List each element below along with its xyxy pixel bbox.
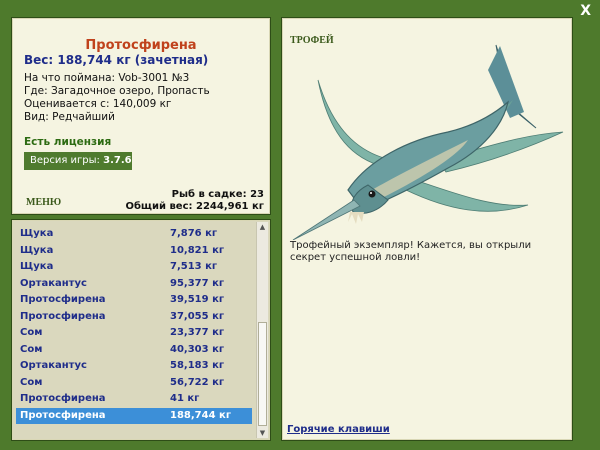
catch-fish-name: Сом (20, 343, 43, 355)
cage-stats: Рыб в садке: 23 Общий вес: 2244,961 кг (125, 189, 264, 213)
catch-fish-weight: 188,744 кг (170, 409, 232, 421)
catch-fish-weight: 23,377 кг (170, 327, 225, 338)
catch-fish-name: Протосфирена (20, 294, 106, 305)
catch-fish-weight: 58,183 кг (170, 360, 225, 371)
catch-list-item[interactable]: Щука 7,876 кг (16, 226, 252, 243)
list-scrollbar[interactable]: ▲ ▼ (256, 222, 268, 438)
catch-list-item[interactable]: Ортакантус 58,183 кг (16, 358, 252, 375)
version-badge: Версия игры: 3.7.6 (24, 152, 132, 170)
version-value: 3.7.6 (103, 155, 132, 166)
catch-list-item[interactable]: Протосфирена 188,744 кг (16, 407, 252, 424)
catch-fish-weight: 39,519 кг (170, 294, 225, 305)
catch-list-item[interactable]: Протосфирена 39,519 кг (16, 292, 252, 309)
scroll-thumb[interactable] (258, 322, 267, 426)
fish-info-panel: Протосфирена Вес: 188,744 кг (зачетная) … (11, 17, 271, 215)
catch-fish-name: Протосфирена (20, 409, 106, 421)
catch-list-item[interactable]: Сом 56,722 кг (16, 375, 252, 392)
catch-fish-weight: 7,876 кг (170, 228, 218, 239)
fish-title: Протосфирена (85, 38, 197, 53)
catch-fish-weight: 37,055 кг (170, 310, 225, 322)
close-button[interactable]: X (580, 3, 591, 19)
catch-fish-name: Ортакантус (20, 360, 87, 371)
catch-fish-weight: 95,377 кг (170, 277, 225, 289)
catch-fish-name: Протосфирена (20, 393, 106, 404)
scroll-up-icon[interactable]: ▲ (257, 222, 268, 232)
caught-with: На что поймана: Vob-3001 №3 (24, 72, 190, 84)
catch-list-item[interactable]: Щука 10,821 кг (16, 243, 252, 260)
catch-fish-name: Сом (20, 376, 43, 388)
catch-list-item[interactable]: Ортакантус 95,377 кг (16, 276, 252, 293)
catch-fish-weight: 7,513 кг (170, 261, 218, 272)
trophy-panel: ТРОФЕЙ Трофейный экземпляр! Кажется, вы … (281, 17, 573, 441)
menu-button[interactable]: МЕНЮ (26, 197, 61, 208)
fish-weight: Вес: 188,744 кг (зачетная) (24, 53, 209, 67)
catch-list-panel: Щука 7,876 кг Щука 10,821 кг Щука 7,513 кг Орт… (11, 219, 271, 441)
species-rarity: Вид: Редчайший (24, 111, 115, 123)
catch-fish-name: Ортакантус (20, 277, 87, 289)
caught-where: Где: Загадочное озеро, Пропасть (24, 85, 210, 97)
catch-fish-name: Протосфирена (20, 310, 106, 322)
version-label: Версия игры: (30, 155, 100, 166)
catch-fish-weight: 41 кг (170, 393, 200, 404)
fish-image (292, 44, 564, 240)
catch-fish-weight: 56,722 кг (170, 376, 225, 388)
scroll-down-icon[interactable]: ▼ (257, 428, 268, 438)
license-status: Есть лицензия (24, 136, 112, 148)
catch-fish-name: Сом (20, 327, 43, 338)
fish-in-cage: Рыб в садке: 23 (171, 189, 264, 200)
total-weight: Общий вес: 2244,961 кг (125, 201, 264, 212)
catch-list-item[interactable]: Щука 7,513 кг (16, 259, 252, 276)
catch-fish-weight: 10,821 кг (170, 244, 225, 256)
catch-list[interactable]: Щука 7,876 кг Щука 10,821 кг Щука 7,513 кг Орт… (16, 226, 252, 424)
hotkeys-link[interactable]: Горячие клавиши (287, 424, 390, 435)
catch-list-item[interactable]: Сом 40,303 кг (16, 342, 252, 359)
catch-list-item[interactable]: Сом 23,377 кг (16, 325, 252, 342)
catch-fish-name: Щука (20, 244, 54, 256)
catch-fish-weight: 40,303 кг (170, 343, 225, 355)
catch-fish-name: Щука (20, 261, 54, 272)
trophy-description: Трофейный экземпляр! Кажется, вы открыли… (290, 240, 532, 263)
catch-fish-name: Щука (20, 228, 54, 239)
catch-list-item[interactable]: Протосфирена 37,055 кг (16, 309, 252, 326)
catch-list-item[interactable]: Протосфирена 41 кг (16, 391, 252, 408)
rated-from: Оценивается с: 140,009 кг (24, 98, 172, 110)
